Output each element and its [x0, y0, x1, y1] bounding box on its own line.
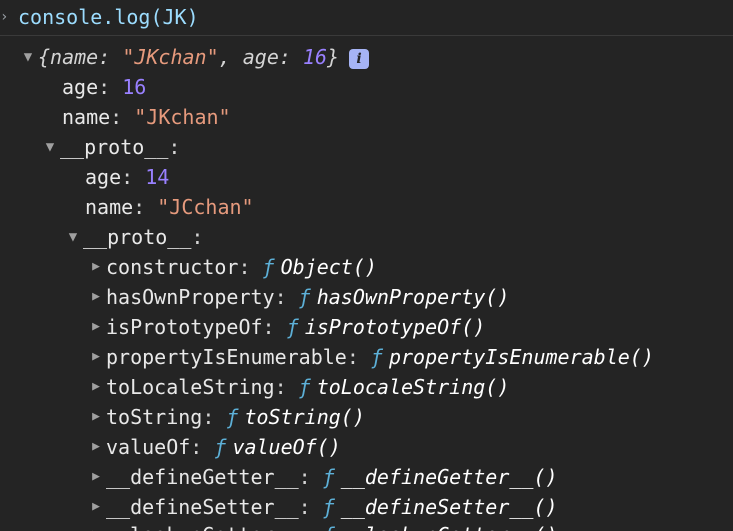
- property-row-proto-name: name: "JCchan": [85, 195, 254, 219]
- function-icon: ƒ: [370, 345, 383, 369]
- triangle-right-icon[interactable]: ▶: [86, 492, 106, 522]
- method-row[interactable]: ▶ __defineSetter__: ƒ __defineSetter__(): [86, 492, 558, 522]
- method-key: constructor: [106, 255, 239, 279]
- function-icon: ƒ: [322, 495, 335, 519]
- method-key: __defineGetter__: [106, 465, 299, 489]
- triangle-right-icon[interactable]: ▶: [86, 520, 106, 531]
- method-key: toString: [106, 405, 203, 429]
- function-icon: ƒ: [262, 255, 275, 279]
- method-key: valueOf: [106, 435, 191, 459]
- property-key: __proto__: [83, 225, 192, 249]
- method-row[interactable]: ▶ valueOf: ƒ valueOf(): [86, 432, 341, 462]
- devtools-console: › console.log(JK) ▼ {name: "JKchan", age: …: [0, 0, 733, 531]
- triangle-down-icon[interactable]: ▼: [18, 42, 38, 72]
- preview-value-name: "JKchan": [122, 45, 219, 69]
- proto-row-2[interactable]: ▼ __proto__:: [63, 222, 204, 252]
- property-key: age: [85, 165, 122, 189]
- method-row[interactable]: ▶ toLocaleString: ƒ toLocaleString(): [86, 372, 509, 402]
- preview-sep-1: :: [98, 45, 123, 69]
- triangle-right-icon[interactable]: ▶: [86, 432, 106, 462]
- property-key: name: [62, 105, 111, 129]
- method-function: toLocaleString(): [316, 375, 510, 399]
- method-key: propertyIsEnumerable: [106, 345, 347, 369]
- preview-comma: ,: [218, 45, 243, 69]
- property-key: name: [85, 195, 134, 219]
- console-divider: [0, 35, 733, 36]
- method-row[interactable]: ▶ __defineGetter__: ƒ __defineGetter__(): [86, 462, 558, 492]
- triangle-right-icon[interactable]: ▶: [86, 402, 106, 432]
- function-icon: ƒ: [286, 315, 299, 339]
- method-function: valueOf(): [232, 435, 341, 459]
- triangle-right-icon[interactable]: ▶: [86, 342, 106, 372]
- preview-brace-close: }: [327, 45, 340, 69]
- preview-sep-2: :: [278, 45, 303, 69]
- triangle-right-icon[interactable]: ▶: [86, 462, 106, 492]
- method-row[interactable]: ▶ isPrototypeOf: ƒ isPrototypeOf(): [86, 312, 485, 342]
- method-function: toString(): [244, 405, 365, 429]
- property-value: "JCchan": [157, 195, 254, 219]
- property-key: age: [62, 75, 99, 99]
- method-function: __defineGetter__(): [340, 465, 558, 489]
- triangle-right-icon[interactable]: ▶: [86, 252, 106, 282]
- method-row[interactable]: ▶ hasOwnProperty: ƒ hasOwnProperty(): [86, 282, 509, 312]
- property-value: 16: [122, 75, 147, 99]
- triangle-right-icon[interactable]: ▶: [86, 282, 106, 312]
- property-value: "JKchan": [134, 105, 231, 129]
- info-icon[interactable]: i: [349, 48, 370, 69]
- chevron-right-icon: ›: [0, 9, 9, 25]
- triangle-down-icon[interactable]: ▼: [63, 222, 83, 252]
- method-key: __defineSetter__: [106, 495, 299, 519]
- preview-value-age: 16: [302, 45, 328, 69]
- console-command: console.log(JK): [18, 5, 199, 29]
- proto-row-1[interactable]: ▼ __proto__:: [40, 132, 181, 162]
- function-icon: ƒ: [298, 375, 311, 399]
- method-function: propertyIsEnumerable(): [388, 345, 654, 369]
- property-row-name: name: "JKchan": [62, 105, 231, 129]
- triangle-down-icon[interactable]: ▼: [40, 132, 60, 162]
- property-row-age: age: 16: [62, 75, 147, 99]
- method-function: __defineSetter__(): [340, 495, 558, 519]
- method-key: hasOwnProperty: [106, 285, 275, 309]
- method-row[interactable]: ▶__lookupGetter__: ƒ__lookupGetter__(): [86, 520, 558, 531]
- method-function: __lookupGetter__(): [341, 523, 558, 531]
- property-value: 14: [145, 165, 170, 189]
- function-icon: ƒ: [226, 405, 239, 429]
- function-icon: ƒ: [322, 465, 335, 489]
- method-row[interactable]: ▶ propertyIsEnumerable: ƒ propertyIsEnumer…: [86, 342, 654, 372]
- function-icon: ƒ: [214, 435, 227, 459]
- preview-key-name: name: [50, 45, 99, 69]
- method-function: hasOwnProperty(): [316, 285, 510, 309]
- method-function: isPrototypeOf(): [304, 315, 486, 339]
- method-key: toLocaleString: [106, 375, 275, 399]
- console-input-line[interactable]: › console.log(JK): [0, 2, 199, 32]
- function-icon: ƒ: [298, 285, 311, 309]
- object-preview-row[interactable]: ▼ {name: "JKchan", age: 16} i: [18, 42, 370, 72]
- property-row-proto-age: age: 14: [85, 165, 170, 189]
- method-row[interactable]: ▶ constructor: ƒ Object(): [86, 252, 377, 282]
- triangle-right-icon[interactable]: ▶: [86, 372, 106, 402]
- preview-key-age: age: [242, 45, 279, 69]
- method-key: __lookupGetter__: [106, 523, 299, 531]
- triangle-right-icon[interactable]: ▶: [86, 312, 106, 342]
- method-key: isPrototypeOf: [106, 315, 263, 339]
- function-icon: ƒ: [323, 523, 335, 531]
- property-key: __proto__: [60, 135, 169, 159]
- preview-brace-open: {: [38, 45, 51, 69]
- method-row[interactable]: ▶ toString: ƒ toString(): [86, 402, 365, 432]
- method-function: Object(): [280, 255, 377, 279]
